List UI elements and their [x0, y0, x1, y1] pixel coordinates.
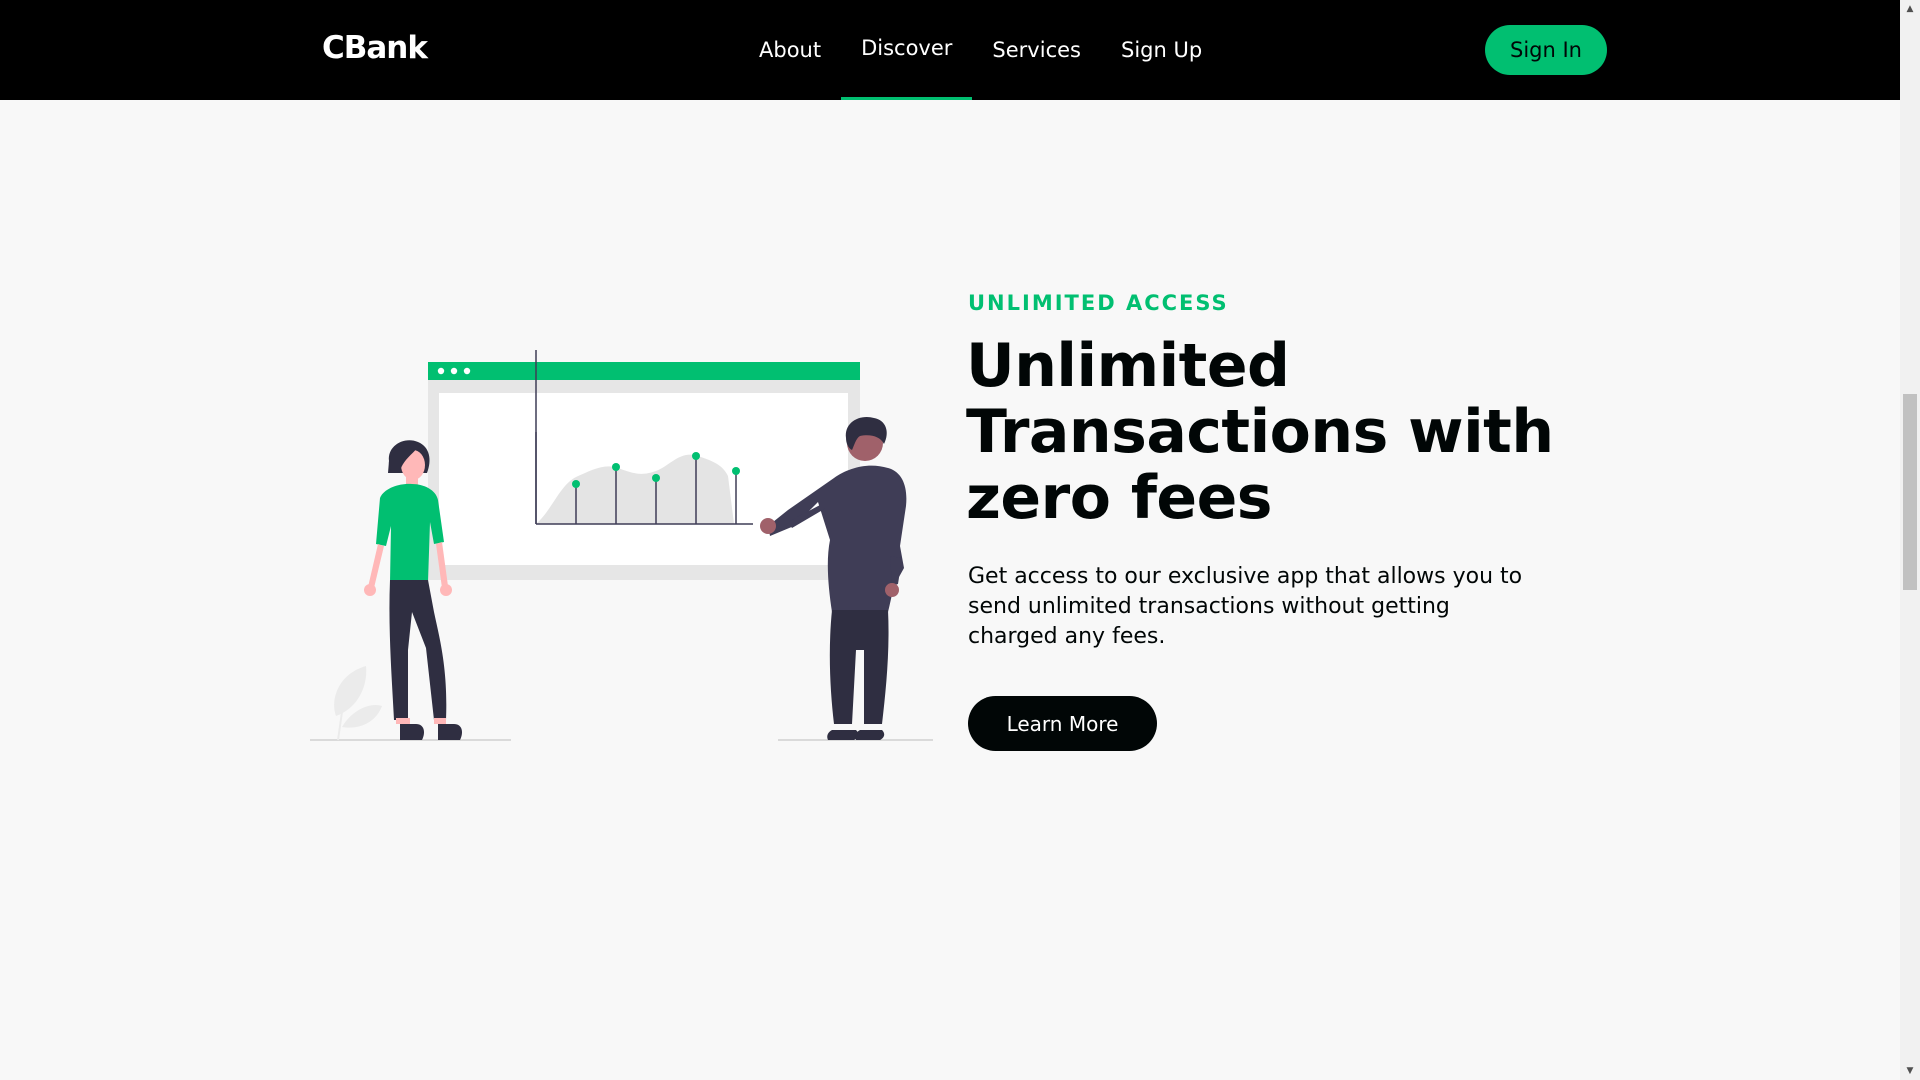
nav-menu: About Discover Services Sign Up: [739, 0, 1222, 100]
chart-point: [612, 463, 620, 471]
scrollbar-thumb[interactable]: [1903, 394, 1917, 590]
brand-logo[interactable]: CBank: [322, 30, 428, 66]
nav-link-signup[interactable]: Sign Up: [1101, 0, 1222, 100]
learn-more-button[interactable]: Learn More: [968, 696, 1157, 751]
section-topline: UNLIMITED ACCESS: [968, 291, 1229, 315]
nav-link-label: About: [759, 38, 822, 62]
nav-link-label: Discover: [861, 36, 953, 60]
nav-link-discover[interactable]: Discover: [841, 0, 973, 100]
chart-point: [692, 452, 700, 460]
window-dot-icon: [450, 367, 458, 375]
down-arrow-icon[interactable]: ▼: [1900, 1062, 1920, 1080]
window-dot-icon: [463, 367, 471, 375]
hero-subtitle: Get access to our exclusive app that all…: [968, 564, 1523, 649]
sign-in-button[interactable]: Sign In: [1485, 25, 1607, 75]
nav-link-about[interactable]: About: [739, 0, 841, 100]
plant-icon: [334, 666, 382, 741]
chart-point: [572, 480, 580, 488]
nav-link-services[interactable]: Services: [972, 0, 1101, 100]
analytics-presentation-illustration: [310, 350, 933, 741]
board-header-bar: [428, 362, 860, 380]
up-arrow-icon[interactable]: ▲: [1900, 0, 1920, 18]
nav-link-label: Sign Up: [1120, 38, 1203, 62]
window-dot-icon: [437, 367, 445, 375]
hero-heading: Unlimited Transactions with zero fees: [966, 331, 1554, 533]
chart-point: [652, 474, 660, 482]
nav-link-label: Services: [992, 38, 1081, 62]
page-scrollbar[interactable]: ▲ ▼: [1900, 0, 1920, 1080]
chart-point: [732, 467, 740, 475]
navbar: CBank About Discover Services Sign Up Si…: [0, 0, 1900, 100]
